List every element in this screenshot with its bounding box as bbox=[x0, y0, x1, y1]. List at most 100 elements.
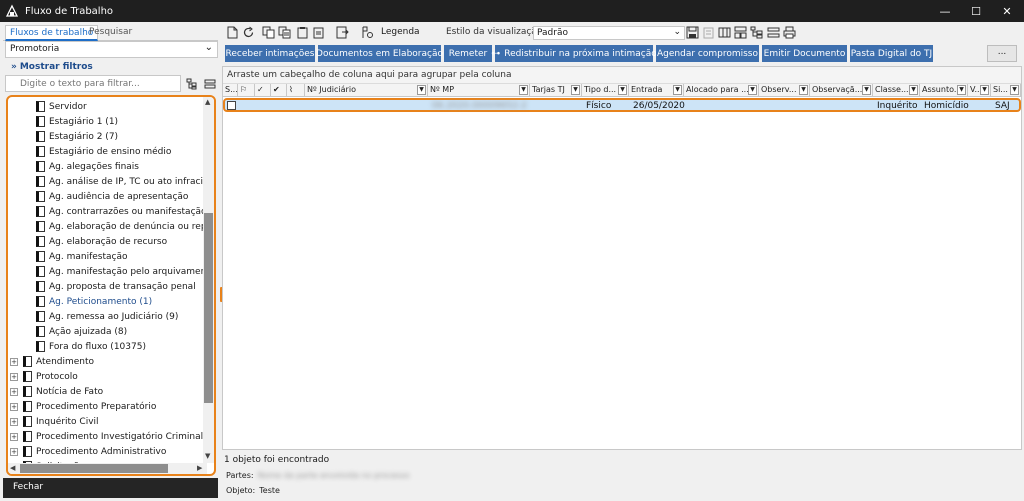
new-document-icon[interactable] bbox=[226, 26, 239, 39]
expand-groups-icon[interactable] bbox=[750, 26, 763, 39]
tree-vertical-thumb[interactable] bbox=[204, 213, 213, 403]
filter-dropdown-icon[interactable]: ▼ bbox=[519, 85, 528, 95]
collapse-groups-icon[interactable] bbox=[767, 26, 780, 39]
tree-item[interactable]: Fora do fluxo (10375) bbox=[36, 339, 146, 354]
documents-in-progress-button[interactable]: Documentos em Elaboração bbox=[316, 45, 443, 62]
filter-dropdown-icon[interactable]: ▼ bbox=[571, 85, 580, 95]
filter-dropdown-icon[interactable]: ▼ bbox=[673, 85, 682, 95]
schedule-appointment-button[interactable]: Agendar compromisso bbox=[656, 45, 759, 62]
col-s[interactable]: S... bbox=[223, 84, 238, 97]
close-window-button[interactable]: ✕ bbox=[992, 0, 1022, 22]
expand-icon[interactable]: + bbox=[10, 417, 18, 426]
tree-group[interactable]: + Procedimento Preparatório bbox=[10, 399, 156, 414]
col-status[interactable]: ✔ bbox=[271, 84, 287, 97]
show-filters-link[interactable]: » Mostrar filtros bbox=[11, 62, 93, 72]
tree-item[interactable]: Estagiário de ensino médio bbox=[36, 144, 171, 159]
grid-layout-icon[interactable] bbox=[734, 26, 747, 39]
filter-dropdown-icon[interactable]: ▼ bbox=[862, 85, 871, 95]
col-entry-date[interactable]: Entrada ▼ bbox=[629, 84, 684, 97]
filter-dropdown-icon[interactable]: ▼ bbox=[618, 85, 627, 95]
paste-icon[interactable] bbox=[296, 26, 309, 39]
tree-item[interactable]: Ag. manifestação pelo arquivamento bbox=[36, 264, 214, 279]
tab-search[interactable]: Pesquisar bbox=[85, 25, 136, 41]
tree-group[interactable]: + Procedimento Administrativo bbox=[10, 444, 166, 459]
col-v[interactable]: V... ▼ bbox=[968, 84, 991, 97]
tree-item[interactable]: Ag. Peticionamento (1) bbox=[36, 294, 152, 309]
more-actions-button[interactable]: ... bbox=[987, 45, 1017, 62]
tree-group[interactable]: + Inquérito Civil bbox=[10, 414, 99, 429]
filter-dropdown-icon[interactable]: ▼ bbox=[980, 85, 989, 95]
expand-icon[interactable]: + bbox=[10, 387, 18, 396]
scroll-left-icon[interactable]: ◀ bbox=[10, 464, 15, 472]
tree-item[interactable]: Ação ajuizada (8) bbox=[36, 324, 127, 339]
close-panel-button[interactable]: Fechar bbox=[3, 478, 218, 498]
tree-horizontal-scrollbar[interactable]: ◀ ▶ bbox=[8, 463, 207, 474]
tree-item[interactable]: Ag. remessa ao Judiciário (9) bbox=[36, 309, 178, 324]
emit-document-button[interactable]: Emitir Documento bbox=[762, 45, 847, 62]
tree-item[interactable]: Servidor bbox=[36, 99, 87, 114]
clipboard-icon[interactable] bbox=[312, 26, 325, 39]
scroll-right-icon[interactable]: ▶ bbox=[197, 464, 202, 472]
col-attachment[interactable]: ⌇ bbox=[287, 84, 305, 97]
copy-icon[interactable] bbox=[262, 26, 275, 39]
tree-filter-input[interactable] bbox=[5, 75, 181, 92]
col-subject[interactable]: Assunto... ▼ bbox=[920, 84, 968, 97]
tree-item[interactable]: Ag. alegações finais bbox=[36, 159, 139, 174]
expand-icon[interactable]: + bbox=[10, 432, 18, 441]
expand-icon[interactable]: + bbox=[10, 402, 18, 411]
expand-icon[interactable]: + bbox=[10, 447, 18, 456]
legend-label[interactable]: Legenda bbox=[381, 27, 420, 37]
scroll-up-icon[interactable]: ▲ bbox=[205, 98, 210, 106]
filter-dropdown-icon[interactable]: ▼ bbox=[417, 85, 426, 95]
tree-item[interactable]: Ag. proposta de transação penal bbox=[36, 279, 196, 294]
col-judicial-number[interactable]: Nº Judiciário ▼ bbox=[305, 84, 428, 97]
tree-item[interactable]: Ag. manifestação bbox=[36, 249, 128, 264]
tree-item[interactable]: Estagiário 2 (7) bbox=[36, 129, 118, 144]
col-tj-tags[interactable]: Tarjas TJ ▼ bbox=[530, 84, 582, 97]
filter-dropdown-icon[interactable]: ▼ bbox=[1010, 85, 1019, 95]
tree-group[interactable]: + Procedimento Investigatório Criminal bbox=[10, 429, 203, 444]
col-class[interactable]: Classe... ▼ bbox=[873, 84, 920, 97]
columns-icon[interactable] bbox=[718, 26, 731, 39]
tree-group[interactable]: + Atendimento bbox=[10, 354, 94, 369]
maximize-button[interactable]: ☐ bbox=[961, 0, 991, 22]
col-observation-2[interactable]: Observaçã... ▼ bbox=[810, 84, 873, 97]
scroll-down-icon[interactable]: ▼ bbox=[205, 452, 210, 460]
legend-icon[interactable] bbox=[361, 26, 374, 39]
print-icon[interactable] bbox=[783, 26, 796, 39]
refresh-icon[interactable] bbox=[242, 26, 255, 39]
tree-group[interactable]: + Notícia de Fato bbox=[10, 384, 103, 399]
tree-item[interactable]: Ag. elaboração de denúncia ou represe bbox=[36, 219, 214, 234]
filter-dropdown-icon[interactable]: ▼ bbox=[957, 85, 966, 95]
col-observation-1[interactable]: Observ... ▼ bbox=[759, 84, 810, 97]
copy-data-icon[interactable] bbox=[278, 26, 291, 39]
tj-digital-folder-button[interactable]: Pasta Digital do TJ bbox=[850, 45, 933, 62]
tree-item[interactable]: Ag. contrarrazões ou manifestação em bbox=[36, 204, 214, 219]
tree-collapse-icon[interactable] bbox=[204, 78, 216, 90]
promotoria-select[interactable]: Promotoria ⌄ bbox=[5, 41, 218, 58]
expand-icon[interactable]: + bbox=[10, 357, 18, 366]
filter-dropdown-icon[interactable]: ▼ bbox=[799, 85, 808, 95]
tree-item[interactable]: Ag. elaboração de recurso bbox=[36, 234, 167, 249]
view-style-select[interactable]: Padrão ⌄ bbox=[533, 26, 685, 40]
col-type[interactable]: Tipo d... ▼ bbox=[582, 84, 629, 97]
col-system[interactable]: Si... ▼ bbox=[991, 84, 1021, 97]
group-by-area[interactable]: Arraste um cabeçalho de coluna aqui para… bbox=[223, 67, 1021, 84]
tree-vertical-scrollbar[interactable]: ▲ ▼ bbox=[203, 97, 214, 463]
delete-view-icon[interactable] bbox=[702, 26, 715, 39]
tree-item[interactable]: Estagiário 1 (1) bbox=[36, 114, 118, 129]
filter-dropdown-icon[interactable]: ▼ bbox=[909, 85, 918, 95]
tree-item[interactable]: Ag. audiência de apresentação bbox=[36, 189, 188, 204]
export-icon[interactable] bbox=[336, 26, 349, 39]
save-view-icon[interactable] bbox=[686, 26, 699, 39]
minimize-button[interactable]: — bbox=[930, 0, 960, 22]
col-allocated[interactable]: Alocado para ... ▼ bbox=[684, 84, 759, 97]
row-checkbox[interactable] bbox=[227, 101, 236, 110]
tree-item[interactable]: Ag. análise de IP, TC ou ato infracional bbox=[36, 174, 214, 189]
tree-horizontal-thumb[interactable] bbox=[20, 464, 168, 473]
col-bookmark[interactable]: ⚐ bbox=[238, 84, 255, 97]
table-row[interactable]: 06.2020.00009652-2 Físico 26/05/2020 Inq… bbox=[223, 98, 1021, 112]
redistribute-button[interactable]: ⊶ Redistribuir na próxima intimação bbox=[491, 45, 657, 62]
filter-dropdown-icon[interactable]: ▼ bbox=[748, 85, 757, 95]
tree-group[interactable]: + Protocolo bbox=[10, 369, 78, 384]
